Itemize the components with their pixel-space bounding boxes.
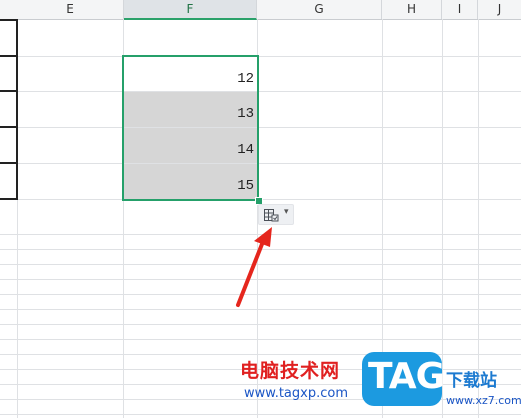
column-header-j[interactable]: J xyxy=(478,0,521,19)
watermark-left: 电脑技术网 www.tagxp.com xyxy=(240,356,348,401)
table-border xyxy=(0,55,18,57)
table-border xyxy=(0,19,18,21)
column-header-e[interactable]: E xyxy=(17,0,124,19)
cell-f-13[interactable]: 13 xyxy=(124,92,257,127)
grid-line xyxy=(0,163,521,164)
grid-line xyxy=(0,91,521,92)
table-border xyxy=(16,19,18,200)
grid-line xyxy=(0,324,521,325)
watermark-logo-text: TAG xyxy=(368,356,445,397)
grid-line xyxy=(478,19,479,418)
column-header-h[interactable]: H xyxy=(382,0,442,19)
column-header-i[interactable]: I xyxy=(442,0,478,19)
column-header-f[interactable]: F xyxy=(124,0,257,20)
table-border xyxy=(0,126,18,128)
watermark-url: www.tagxp.com xyxy=(244,386,348,401)
table-border xyxy=(0,162,18,164)
column-header-row: E F G H I J xyxy=(0,0,521,20)
cell-f-15[interactable]: 15 xyxy=(124,164,257,199)
column-header-g[interactable]: G xyxy=(257,0,382,19)
paste-options-button[interactable]: ▾ xyxy=(258,204,294,225)
paste-options-icon xyxy=(264,209,279,222)
table-border xyxy=(0,90,18,92)
cell-f-14[interactable]: 14 xyxy=(124,128,257,163)
grid-line xyxy=(0,56,521,57)
watermark-url-right: www.xz7.com xyxy=(446,394,521,407)
watermark-site-name: 电脑技术网 xyxy=(240,360,341,382)
watermark-download-site: 下载站 xyxy=(446,371,497,391)
cell-f-12[interactable]: 12 xyxy=(124,57,257,92)
grid-line xyxy=(0,127,521,128)
annotation-arrow xyxy=(236,227,272,307)
grid-line xyxy=(0,339,521,340)
spreadsheet-area[interactable]: E F G H I J 12 13 14 15 ▾ 电脑技术网 www.tagx… xyxy=(0,0,521,418)
watermark-right: 下载站 www.xz7.com xyxy=(446,366,521,407)
grid-line xyxy=(0,354,521,355)
watermark-logo: TAG xyxy=(362,352,445,406)
chevron-down-icon: ▾ xyxy=(284,207,289,217)
table-border xyxy=(0,198,18,200)
grid-line xyxy=(0,414,521,415)
